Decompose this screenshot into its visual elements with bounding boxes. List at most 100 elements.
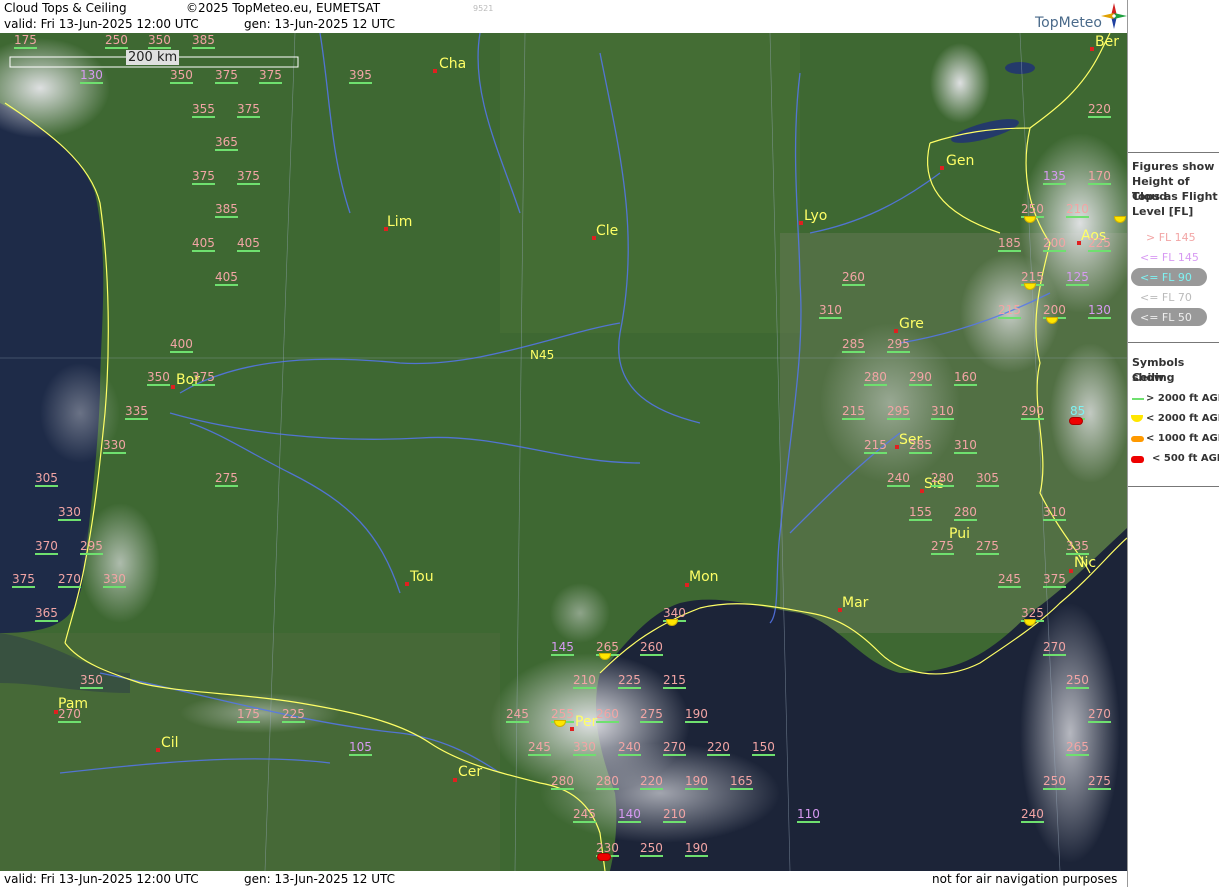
cloud-top-value: 185 [998, 236, 1021, 252]
city-dot [1069, 569, 1073, 573]
cloud-top-value: 395 [349, 68, 372, 84]
header-bar: Cloud Tops & Ceiling ©2025 TopMeteo.eu, … [0, 0, 1127, 33]
cloud-top-value: 125 [1066, 270, 1089, 286]
cloud-top-value: 150 [752, 740, 775, 756]
cloud-top-value: 155 [909, 505, 932, 521]
satellite-map[interactable]: 200 km N45 Cha Ber Gen Lim Cle Lyo Aos G… [0, 33, 1127, 871]
cloud-top-value: 175 [14, 33, 37, 49]
legend-item-le70: <= FL 70 [1140, 291, 1192, 304]
cloud-top-value: 220 [1088, 102, 1111, 118]
cloud-top-value: 190 [685, 707, 708, 723]
cloud-top-value: 130 [1088, 303, 1111, 319]
cloud-top-value: 240 [618, 740, 641, 756]
cloud-top-value: 225 [618, 673, 641, 689]
legend-panel: Figures show Height of Cloud Tops as Fli… [1127, 0, 1219, 887]
cloud-top-value: 215 [842, 404, 865, 420]
cloud-top-value: 215 [663, 673, 686, 689]
cloud-top-value: 260 [640, 640, 663, 656]
cloud-top-value: 330 [103, 572, 126, 588]
cloud-top-value: 215 [1021, 270, 1044, 286]
cloud-top-value: 285 [842, 337, 865, 353]
cloud-top-value: 385 [215, 202, 238, 218]
city-label[interactable]: Lim [387, 214, 412, 230]
cloud-top-value: 255 [551, 707, 574, 723]
cloud-top-value: 220 [640, 774, 663, 790]
city-label[interactable]: Cha [439, 56, 466, 72]
city-label[interactable]: Nic [1074, 555, 1096, 571]
valid-time: valid: Fri 13-Jun-2025 12:00 UTC [4, 17, 199, 31]
cloud-top-value: 190 [685, 841, 708, 857]
legend-ceiling-lt1000: < 1000 ft AGL [1146, 433, 1219, 444]
city-dot [894, 329, 898, 333]
cloud-top-value: 375 [237, 169, 260, 185]
cloud-top-value: 265 [596, 640, 619, 656]
cloud-top-value: 280 [596, 774, 619, 790]
cloud-top-value: 200 [1043, 236, 1066, 252]
ceiling-lt2000-icon [1131, 415, 1143, 422]
city-label[interactable]: Per [575, 714, 597, 730]
cloud-top-value: 245 [998, 572, 1021, 588]
cloud-top-value: 275 [215, 471, 238, 487]
cloud-top-value: 260 [596, 707, 619, 723]
city-label[interactable]: Cle [596, 223, 618, 239]
cloud-top-value: 270 [663, 740, 686, 756]
cloud-top-value: 165 [730, 774, 753, 790]
city-label[interactable]: Lyo [804, 208, 827, 224]
generated-time: gen: 13-Jun-2025 12 UTC [244, 17, 396, 31]
cloud-top-value: 335 [125, 404, 148, 420]
cloud-top-value: 270 [1043, 640, 1066, 656]
cloud-top-value: 385 [192, 33, 215, 49]
cloud-top-value: 190 [685, 774, 708, 790]
cloud-top-value: 140 [618, 807, 641, 823]
cloud-top-value: 160 [954, 370, 977, 386]
cloud-top-value: 295 [80, 539, 103, 555]
cloud-top-value: 245 [506, 707, 529, 723]
cloud-top-value: 350 [148, 33, 171, 49]
cloud-top-value: 305 [35, 471, 58, 487]
city-label[interactable]: Gre [899, 316, 924, 332]
city-label[interactable]: Mar [842, 595, 868, 611]
cloud-top-value: 215 [864, 438, 887, 454]
city-label[interactable]: Cil [161, 735, 179, 751]
footer-valid-time: valid: Fri 13-Jun-2025 12:00 UTC [4, 872, 199, 886]
cloud-top-value: 310 [931, 404, 954, 420]
city-label[interactable]: Tou [410, 569, 434, 585]
cloud-top-value: 210 [1066, 202, 1089, 218]
legend-divider [1128, 152, 1219, 153]
legend-heading-line: Ceiling [1132, 371, 1175, 384]
ceiling-lt500-icon [1131, 456, 1144, 463]
city-dot [405, 582, 409, 586]
cloud-top-value: 310 [1043, 505, 1066, 521]
image-id: 9521 [473, 4, 494, 13]
footer-bar: valid: Fri 13-Jun-2025 12:00 UTC gen: 13… [0, 871, 1127, 887]
cloud-top-value: 355 [192, 102, 215, 118]
cloud-top-value: 240 [887, 471, 910, 487]
city-label[interactable]: Ber [1095, 34, 1119, 50]
legend-item-le50: <= FL 50 [1140, 311, 1192, 324]
cloud-top-value: 135 [1043, 169, 1066, 185]
cloud-top-value: 375 [192, 169, 215, 185]
cloud-top-value: 310 [954, 438, 977, 454]
cloud-top-value: 325 [1021, 606, 1044, 622]
cloud-top-value: 275 [640, 707, 663, 723]
city-dot [570, 727, 574, 731]
ceiling-below-500-icon [1069, 417, 1083, 425]
city-dot [453, 778, 457, 782]
cloud-top-value: 240 [1021, 807, 1044, 823]
city-label[interactable]: Cer [458, 764, 482, 780]
cloud-top-value: 215 [998, 303, 1021, 319]
city-dot [1090, 47, 1094, 51]
city-label[interactable]: Mon [689, 569, 719, 585]
legend-item-le90: <= FL 90 [1140, 271, 1192, 284]
cloud-top-value: 170 [1088, 169, 1111, 185]
cloud-top-value: 350 [147, 370, 170, 386]
cloud-top-value: 280 [864, 370, 887, 386]
cloud-top-value: 265 [1066, 740, 1089, 756]
cloud-top-value: 270 [58, 707, 81, 723]
cloud-top-value: 275 [931, 539, 954, 555]
legend-item-le145: <= FL 145 [1140, 251, 1199, 264]
city-label[interactable]: Gen [946, 153, 974, 169]
cloud-top-value: 350 [80, 673, 103, 689]
cloud-top-value: 295 [887, 404, 910, 420]
cloud-top-value: 375 [12, 572, 35, 588]
